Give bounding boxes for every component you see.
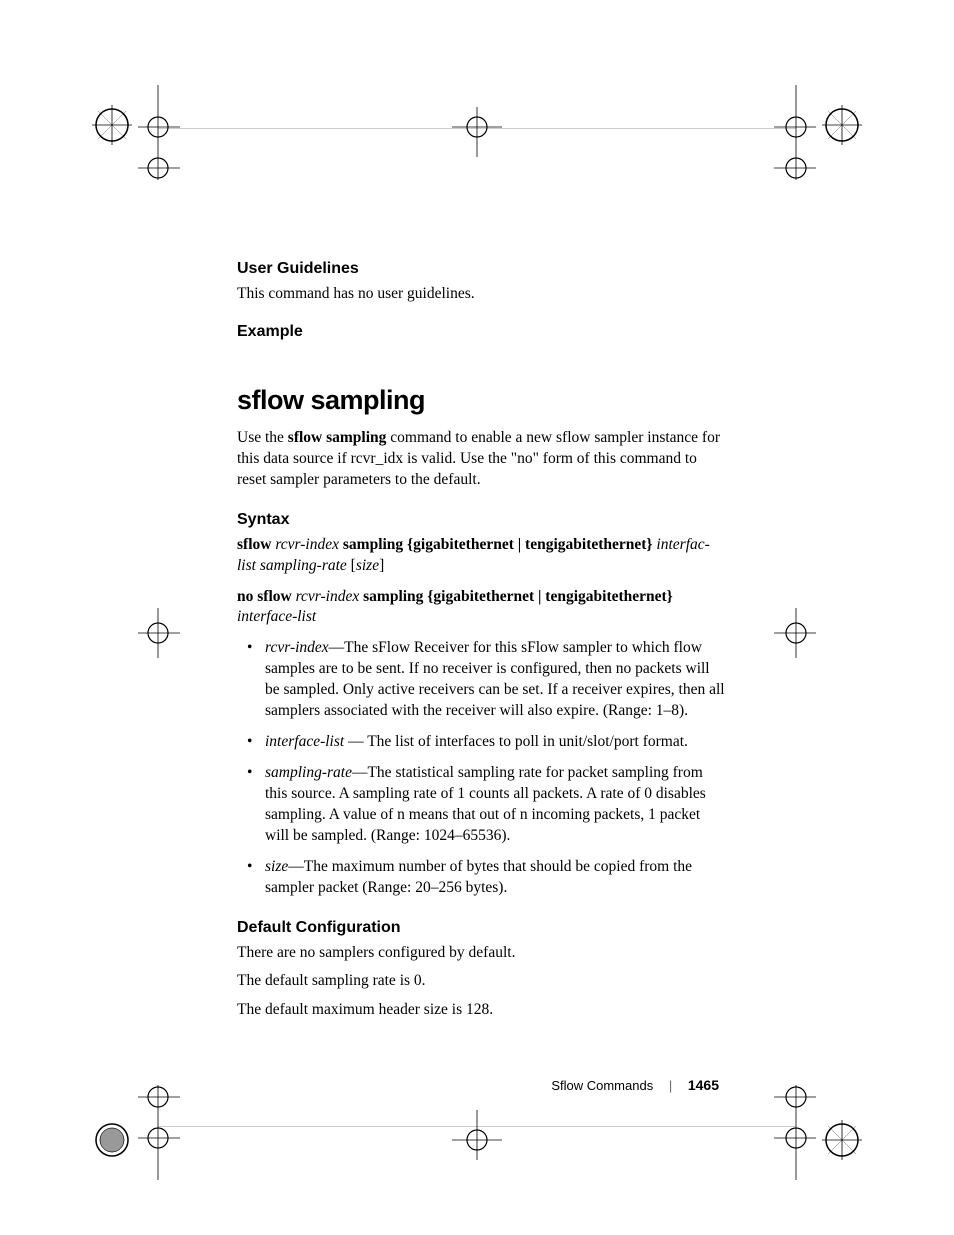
- bullet-1-term: interface-list: [265, 733, 344, 750]
- crop-mark-top-right: [774, 85, 864, 180]
- bullet-0-term: rcvr-index: [265, 639, 329, 656]
- heading-default-config: Default Configuration: [237, 919, 727, 937]
- syntax1-p1: sflow: [237, 536, 275, 553]
- footer-separator: |: [669, 1078, 672, 1093]
- crop-mark-top-center: [442, 107, 512, 157]
- default-config-line-0: There are no samplers configured by defa…: [237, 943, 727, 964]
- default-config-line-2: The default maximum header size is 128.: [237, 1000, 727, 1021]
- syntax-line-1: sflow rcvr-index sampling {gigabitethern…: [237, 535, 727, 577]
- footer-page-number: 1465: [688, 1077, 719, 1093]
- heading-syntax: Syntax: [237, 511, 727, 529]
- bullet-3-dash: —: [288, 858, 304, 875]
- page-content: User Guidelines This command has no user…: [237, 260, 727, 1029]
- intro-paragraph: Use the sflow sampling command to enable…: [237, 428, 727, 491]
- user-guidelines-body: This command has no user guidelines.: [237, 284, 727, 305]
- crop-mark-mid-left: [90, 608, 180, 658]
- footer-chapter: Sflow Commands: [551, 1078, 653, 1093]
- bullet-2-dash: —: [352, 764, 368, 781]
- bullet-0-dash: —: [329, 639, 345, 656]
- bullet-sampling-rate: sampling-rate—The statistical sampling r…: [265, 763, 727, 847]
- heading-example: Example: [237, 323, 727, 341]
- bullet-1-dash: —: [344, 733, 367, 750]
- syntax2-p4: interface-list: [237, 608, 316, 625]
- bullet-size: size—The maximum number of bytes that sh…: [265, 857, 727, 899]
- intro-cmd: sflow sampling: [288, 429, 387, 446]
- syntax1-p6: size: [356, 557, 379, 574]
- parameter-list: rcvr-index—The sFlow Receiver for this s…: [237, 638, 727, 898]
- bullet-3-desc: The maximum number of bytes that should …: [265, 858, 692, 896]
- crop-mark-bottom-left: [90, 1085, 180, 1180]
- bullet-3-term: size: [265, 858, 288, 875]
- bullet-interface-list: interface-list — The list of interfaces …: [265, 732, 727, 753]
- intro-pre: Use the: [237, 429, 288, 446]
- bullet-1-desc: The list of interfaces to poll in unit/s…: [367, 733, 688, 750]
- syntax1-p7: ]: [379, 557, 384, 574]
- syntax1-p2: rcvr-index: [275, 536, 339, 553]
- heading-user-guidelines: User Guidelines: [237, 260, 727, 278]
- page-footer: Sflow Commands | 1465: [551, 1077, 719, 1093]
- crop-mark-top-left: [90, 85, 180, 180]
- crop-mark-bottom-center: [442, 1110, 512, 1160]
- syntax2-p3: sampling {gigabitethernet | tengigabitet…: [359, 588, 673, 605]
- crop-mark-bottom-right: [774, 1085, 864, 1180]
- section-title: sflow sampling: [237, 385, 727, 416]
- crop-mark-mid-right: [774, 608, 864, 658]
- bullet-rcvr-index: rcvr-index—The sFlow Receiver for this s…: [265, 638, 727, 722]
- syntax-line-2: no sflow rcvr-index sampling {gigabiteth…: [237, 587, 727, 629]
- syntax2-p2: rcvr-index: [296, 588, 360, 605]
- bullet-2-term: sampling-rate: [265, 764, 352, 781]
- syntax1-p5: [: [347, 557, 356, 574]
- syntax1-p3: sampling {gigabitethernet | tengigabitet…: [339, 536, 656, 553]
- syntax2-p1: no sflow: [237, 588, 296, 605]
- default-config-line-1: The default sampling rate is 0.: [237, 971, 727, 992]
